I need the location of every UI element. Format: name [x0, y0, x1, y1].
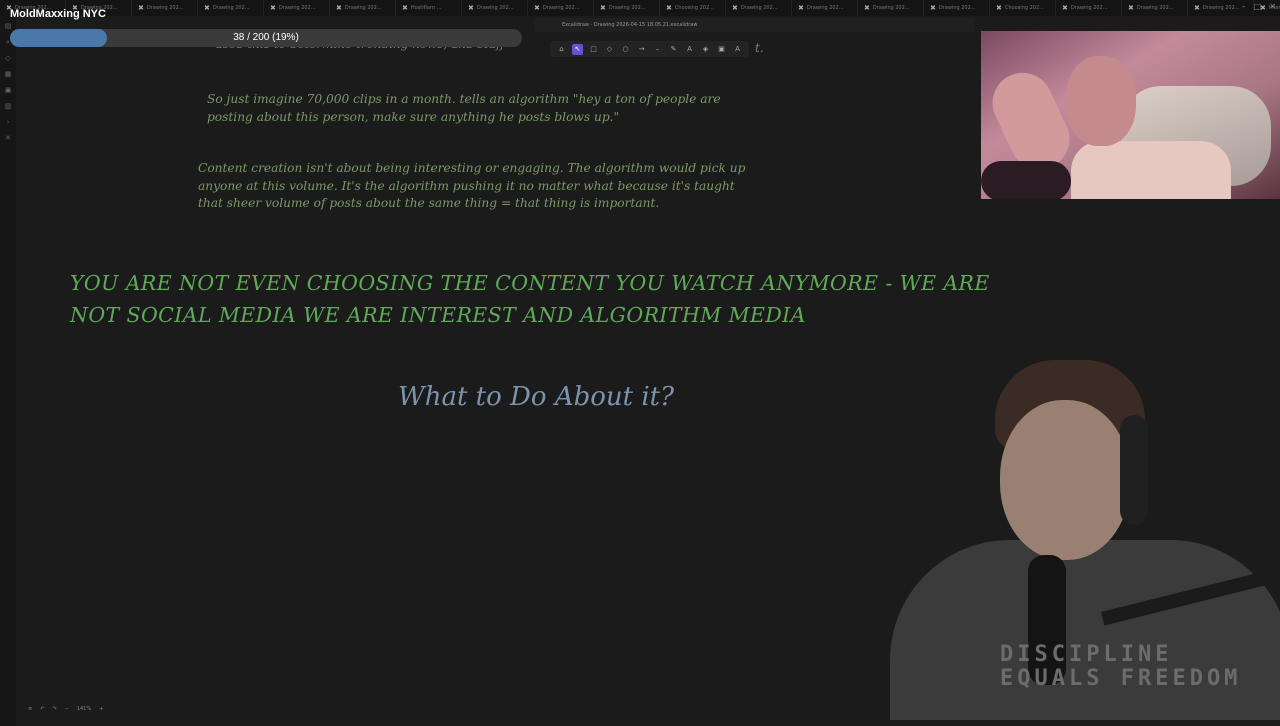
browser-tab[interactable]: ✖ Drawing 202... — [132, 0, 198, 16]
tab-label: Drawing 202... — [212, 5, 250, 11]
browser-tab[interactable]: ✖ Hostiflarn ... — [396, 0, 462, 16]
window-controls: – □ ✕ — [1242, 2, 1276, 11]
browser-tab[interactable]: ✖ Drawing 202... — [528, 0, 594, 16]
tab-label: Drawing 202... — [608, 5, 646, 11]
browser-tab[interactable]: ✖ Drawing 202... — [594, 0, 660, 16]
canvas-question[interactable]: What to Do About it? — [398, 382, 674, 412]
tab-favicon-icon: ✖ — [600, 4, 606, 12]
clipped-text-tail: t. — [755, 41, 764, 55]
tab-favicon-icon: ✖ — [666, 4, 672, 12]
progress-bar: 38 / 200 (19%) — [10, 29, 522, 47]
browser-tab[interactable]: ✖ Drawing 202... — [198, 0, 264, 16]
menu-icon[interactable]: ≡ — [28, 706, 32, 712]
tab-favicon-icon: ✖ — [138, 4, 144, 12]
browser-tab[interactable]: ✖ Drawing 202... — [264, 0, 330, 16]
graph-icon[interactable]: ◇ — [4, 54, 12, 62]
tab-label: Drawing 202... — [938, 5, 976, 11]
streamer-head — [1000, 400, 1130, 560]
tab-label: Choosing 202... — [1004, 5, 1044, 11]
browser-tab[interactable]: ✖ Drawing 202... — [924, 0, 990, 16]
tab-favicon-icon: ✖ — [798, 4, 804, 12]
tab-favicon-icon: ✖ — [996, 4, 1002, 12]
zoom-level[interactable]: 141% — [77, 706, 91, 712]
tab-label: Drawing 202... — [1136, 5, 1174, 11]
browser-tab[interactable]: ✖ Drawing 202... — [726, 0, 792, 16]
tab-label: Drawing 202... — [476, 5, 514, 11]
tab-label: Hostiflarn ... — [410, 5, 442, 11]
tab-label: Drawing 202... — [542, 5, 580, 11]
progress-label: 38 / 200 (19%) — [233, 32, 299, 43]
tab-label: Drawing 202... — [344, 5, 382, 11]
tab-label: Choosing 202... — [674, 5, 714, 11]
tab-favicon-icon: ✖ — [1062, 4, 1068, 12]
webcam-overlay-top — [981, 31, 1280, 199]
close-icon[interactable]: ✕ — [1269, 2, 1276, 11]
maximize-icon[interactable]: □ — [1254, 2, 1262, 11]
tab-favicon-icon: ✖ — [732, 4, 738, 12]
browser-tab[interactable]: ✖ Drawing 202... — [858, 0, 924, 16]
tab-favicon-icon: ✖ — [204, 4, 210, 12]
canvas-headline[interactable]: YOU ARE NOT EVEN CHOOSING THE CONTENT YO… — [70, 267, 1040, 331]
zoom-in-button[interactable]: + — [99, 706, 103, 712]
tab-favicon-icon: ✖ — [1128, 4, 1134, 12]
webcam-streamer: DISCIPLINE EQUALS FREEDOM — [860, 360, 1280, 720]
tab-label: Drawing 202... — [1070, 5, 1108, 11]
command-icon[interactable]: › — [4, 118, 12, 126]
templates-icon[interactable]: ▥ — [4, 102, 12, 110]
plugin-icon[interactable]: ✕ — [4, 134, 12, 142]
tab-label: Drawing 202... — [740, 5, 778, 11]
browser-tab[interactable]: ✖ Drawing 202... — [1122, 0, 1188, 16]
webcam-shadow — [981, 161, 1071, 199]
tab-favicon-icon: ✖ — [930, 4, 936, 12]
tab-favicon-icon: ✖ — [534, 4, 540, 12]
tab-favicon-icon: ✖ — [468, 4, 474, 12]
shirt-text: DISCIPLINE EQUALS FREEDOM — [1000, 642, 1242, 691]
redo-icon[interactable]: ↷ — [52, 706, 56, 712]
tab-label: Drawing 202... — [872, 5, 910, 11]
browser-tab[interactable]: ✖ Drawing 202... — [330, 0, 396, 16]
webcam-person-head — [1066, 56, 1136, 146]
daily-note-icon[interactable]: ▣ — [4, 86, 12, 94]
webcam-body — [1071, 141, 1231, 199]
tab-favicon-icon: ✖ — [336, 4, 342, 12]
canvas-text-clips[interactable]: So just imagine 70,000 clips in a month.… — [207, 91, 767, 126]
streamer-shirt — [890, 540, 1280, 720]
minimize-icon[interactable]: – — [1242, 2, 1246, 11]
headset-icon — [1120, 415, 1148, 525]
zoom-out-button[interactable]: − — [65, 706, 69, 712]
browser-tab[interactable]: ✖ Drawing 202... — [792, 0, 858, 16]
undo-icon[interactable]: ↶ — [40, 706, 44, 712]
tab-label: Drawing 202... — [806, 5, 844, 11]
tab-favicon-icon: ✖ — [1194, 4, 1200, 12]
browser-tab[interactable]: ✖ Drawing 202... — [1056, 0, 1122, 16]
left-rail: ▤ ⌕ ◇ ▦ ▣ ▥ › ✕ — [0, 16, 16, 726]
browser-tab-bar: ✖ Drawing 202... ✖ Drawing 202... ✖ Drawing 2… — [0, 0, 1280, 16]
tab-label: Drawing 202... — [278, 5, 316, 11]
channel-name: MoldMaxxing NYC — [10, 8, 106, 20]
canvas-footer: ≡ ↶ ↷ − 141% + — [28, 702, 103, 715]
browser-tab[interactable]: ✖ Choosing 202... — [660, 0, 726, 16]
canvas-icon[interactable]: ▦ — [4, 70, 12, 78]
document-title-bar: Excalidraw · Drawing 2026-04-15 18.05.21… — [534, 18, 974, 32]
tab-label: Drawing 202... — [146, 5, 184, 11]
tab-favicon-icon: ✖ — [270, 4, 276, 12]
tab-label: Drawing 202... — [1202, 5, 1240, 11]
tab-favicon-icon: ✖ — [864, 4, 870, 12]
tab-favicon-icon: ✖ — [402, 4, 408, 12]
browser-tab[interactable]: ✖ Choosing 202... — [990, 0, 1056, 16]
browser-tab[interactable]: ✖ Drawing 202... — [462, 0, 528, 16]
canvas-text-algorithm[interactable]: Content creation isn't about being inter… — [198, 160, 758, 213]
